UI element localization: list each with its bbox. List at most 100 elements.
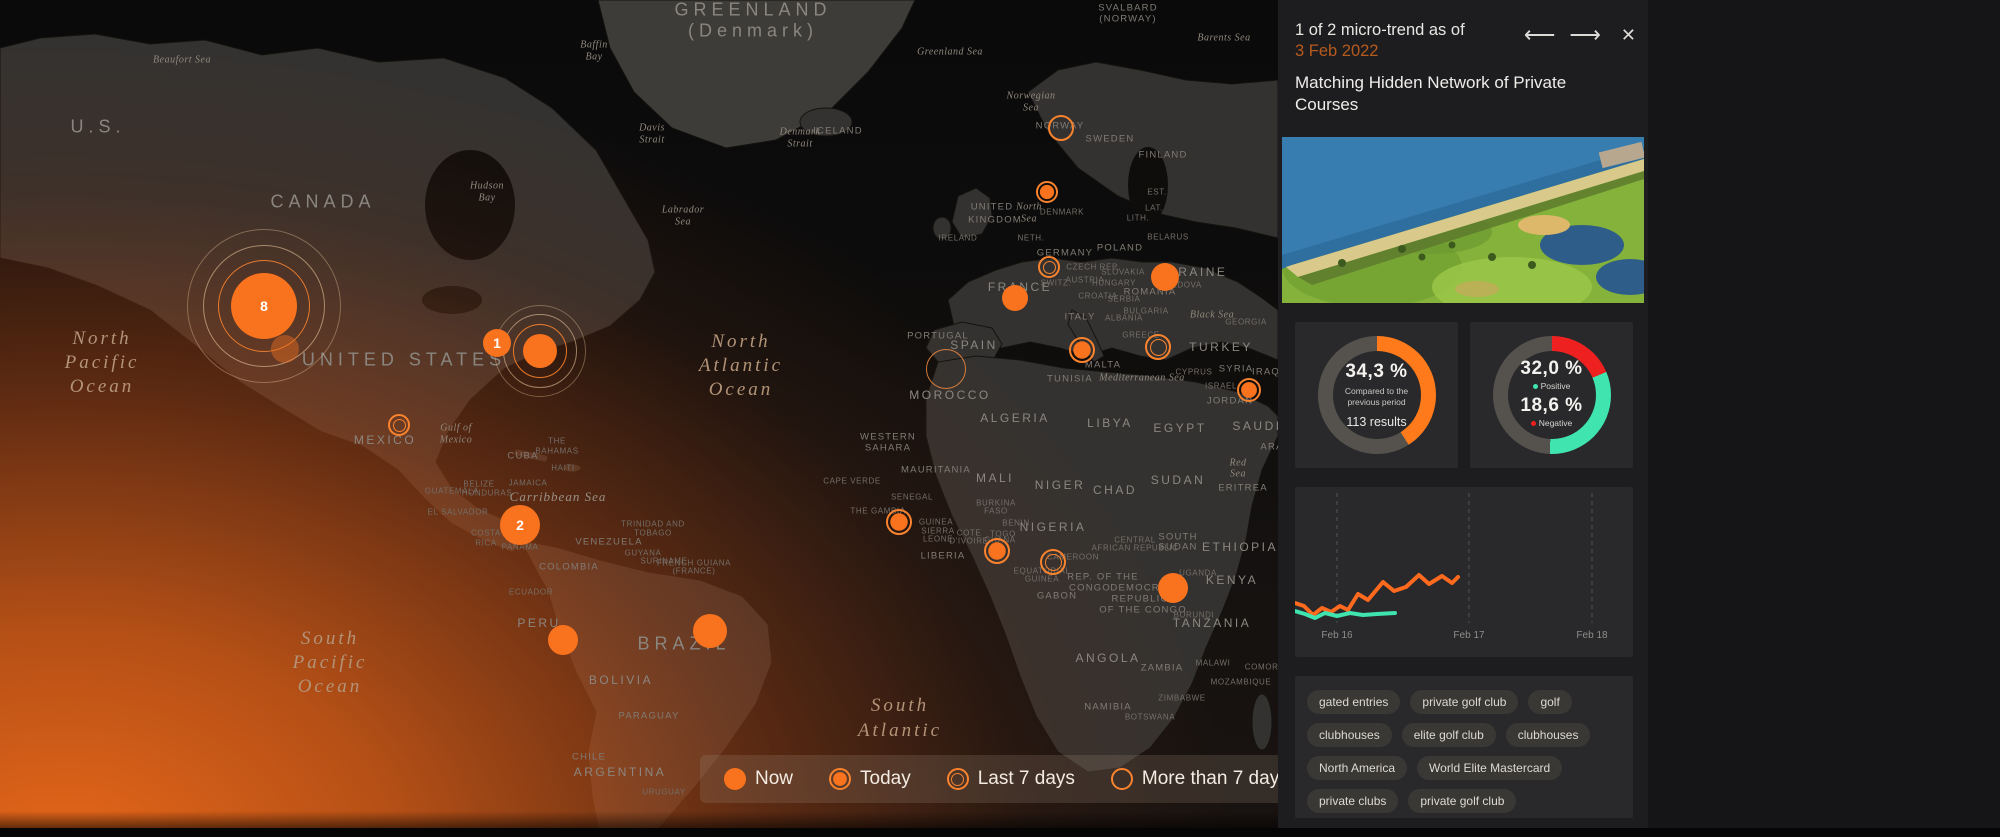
map-label: BOTSWANA [1125, 713, 1175, 722]
map-marker-icon[interactable] [1237, 378, 1261, 402]
map-label: ERITREA [1218, 483, 1268, 494]
map-label: MALI [976, 471, 1014, 485]
keyword-tag[interactable]: North America [1307, 756, 1407, 780]
map-label: COMOROS [1245, 663, 1278, 672]
donut1-center: 34,3 % Compared to the previous period 1… [1318, 336, 1436, 454]
world-map[interactable]: GREENLAND(Denmark)SVALBARD(NORWAY)Barent… [0, 0, 1278, 837]
micro-trend-counter: 1 of 2 micro-trend as of [1295, 20, 1465, 41]
map-marker-icon[interactable] [1002, 285, 1028, 311]
map-label: North [711, 331, 770, 353]
map-label: Mexico [440, 435, 472, 446]
map-label: Davis [639, 123, 665, 134]
positive-dot-icon [1533, 384, 1538, 389]
map-label: NETH. [1018, 234, 1045, 243]
tags-wrap: gated entries private golf club golf clubho… [1295, 676, 1633, 827]
keyword-tag[interactable]: private golf club [1408, 789, 1516, 813]
stat-card-change: 34,3 % Compared to the previous period 1… [1295, 322, 1458, 468]
map-label: PARAGUAY [619, 711, 680, 722]
map-marker-icon[interactable] [1145, 334, 1171, 360]
map-label: SAHARA [865, 443, 911, 454]
map-label: Mediterranean Sea [1099, 373, 1184, 384]
map-label: Bay [478, 193, 495, 204]
map-label: ICELAND [813, 126, 863, 137]
map-label: COLOMBIA [539, 562, 599, 573]
micro-trend-panel: 1 of 2 micro-trend as of 3 Feb 2022 ⟵ ⟶ … [1278, 0, 1648, 837]
map-label: SVALBARD [1098, 3, 1158, 14]
map-marker-icon[interactable]: 8 [231, 273, 297, 339]
prev-arrow-icon[interactable]: ⟵ [1524, 24, 1556, 46]
map-label: HAITI [551, 464, 574, 473]
map-label: CANADA [270, 192, 375, 213]
keyword-tag[interactable]: clubhouses [1506, 723, 1591, 747]
map-label: ANGOLA [1075, 651, 1140, 665]
map-label: ARA [1260, 442, 1278, 453]
map-marker-icon[interactable] [1040, 549, 1066, 575]
map-label: POLAND [1097, 243, 1143, 254]
map-label: KINGDOM [968, 215, 1022, 226]
map-marker-icon[interactable] [523, 334, 557, 368]
map-label: CHAD [1093, 483, 1137, 497]
close-icon[interactable]: ✕ [1621, 24, 1636, 46]
map-marker-icon[interactable]: 1 [483, 329, 511, 357]
map-marker-icon[interactable] [388, 414, 410, 436]
map-label: IRELAND [939, 234, 978, 243]
map-label: MALTA [1085, 360, 1121, 371]
map-marker-icon[interactable] [271, 335, 299, 363]
map-label: MALAWI [1196, 659, 1231, 668]
x-tick-label: Feb 17 [1453, 630, 1484, 641]
map-label: CYPRUS [1176, 368, 1213, 377]
map-label: Greenland Sea [917, 47, 983, 58]
keyword-tag[interactable]: golf [1528, 690, 1571, 714]
keyword-tag[interactable]: gated entries [1307, 690, 1400, 714]
keyword-tag[interactable]: World Elite Mastercard [1417, 756, 1562, 780]
legend-label: Last 7 days [978, 768, 1075, 790]
donut-chart-change: 34,3 % Compared to the previous period 1… [1318, 336, 1436, 454]
map-marker-icon[interactable] [1069, 337, 1095, 363]
map-label: UNITED [971, 202, 1014, 213]
map-label: GREENLAND [674, 0, 831, 21]
trend-title: Matching Hidden Network of Private Cours… [1295, 72, 1605, 116]
next-arrow-icon[interactable]: ⟶ [1569, 24, 1601, 46]
keyword-tag[interactable]: clubhouses [1307, 723, 1392, 747]
map-marker-icon[interactable] [1048, 115, 1074, 141]
map-marker-icon[interactable] [886, 509, 912, 535]
map-label: NIGER [1035, 478, 1086, 492]
map-marker-icon[interactable] [693, 614, 727, 648]
map-label: EGYPT [1153, 421, 1206, 435]
map-label: (NORWAY) [1099, 14, 1156, 25]
map-marker-icon[interactable] [1158, 573, 1188, 603]
map-label: GUINEA [1025, 575, 1059, 584]
map-label: CONGO [1069, 583, 1111, 594]
marker-count: 1 [493, 335, 501, 351]
map-marker-icon[interactable] [1038, 256, 1060, 278]
golf-course-photo [1282, 137, 1644, 303]
map-marker-icon[interactable] [926, 349, 966, 389]
map-marker-icon[interactable]: 2 [500, 505, 540, 545]
map-label: Barents Sea [1197, 33, 1250, 44]
map-label: EL SALVADOR [428, 508, 489, 517]
map-label: IRAQ [1252, 367, 1278, 378]
legend-solid-ring-icon [829, 768, 851, 790]
map-marker-icon[interactable] [1151, 263, 1179, 291]
map-label: North [1016, 202, 1042, 213]
keyword-tag[interactable]: private clubs [1307, 789, 1398, 813]
keyword-tags-card: gated entries private golf club golf clubho… [1295, 676, 1633, 818]
panel-header-text: 1 of 2 micro-trend as of 3 Feb 2022 [1295, 20, 1465, 62]
map-label: CHILE [572, 752, 606, 763]
marker-count: 2 [516, 517, 524, 533]
map-marker-icon[interactable] [548, 625, 578, 655]
map-label: Ocean [709, 379, 774, 401]
map-marker-icon[interactable] [984, 538, 1010, 564]
stat-card-sentiment: 32,0 % Positive 18,6 % Negative [1470, 322, 1633, 468]
map-label: Pacific [293, 652, 368, 674]
map-label: South [871, 695, 929, 717]
map-marker-icon[interactable] [1036, 181, 1058, 203]
keyword-tag[interactable]: private golf club [1410, 690, 1518, 714]
keyword-tag[interactable]: elite golf club [1402, 723, 1496, 747]
map-label: SUDAN [1158, 542, 1197, 553]
map-label: DENMARK [1040, 208, 1084, 217]
map-label: SUDAN [1151, 473, 1206, 487]
map-label: CAPE VERDE [823, 477, 881, 486]
map-label: South [301, 628, 359, 650]
map-label: MAURITANIA [901, 465, 971, 476]
